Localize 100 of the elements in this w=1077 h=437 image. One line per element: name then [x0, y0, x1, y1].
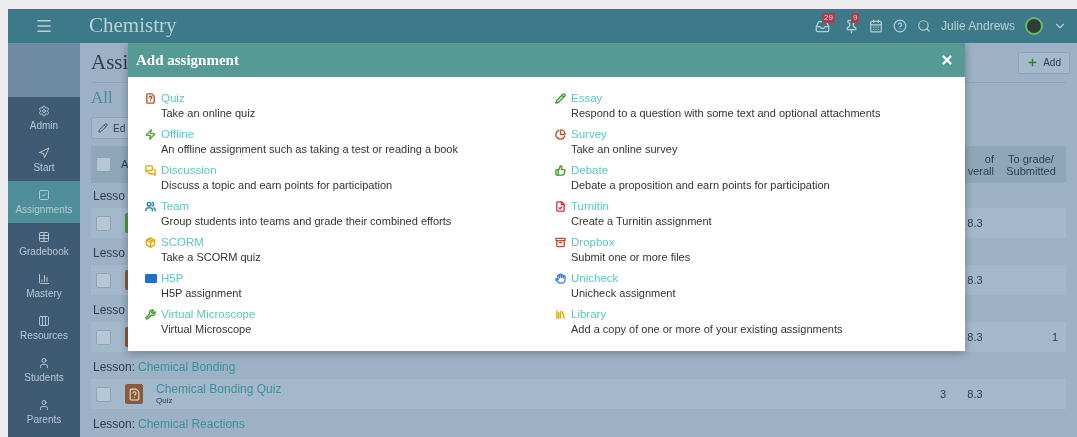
checkbox-icon — [38, 189, 50, 201]
filter-link[interactable]: All — [91, 85, 113, 111]
sidebar-item[interactable]: Parents — [8, 391, 80, 433]
assignment-type-link[interactable]: H5P — [161, 271, 242, 285]
lesson-label: Lesson: — [93, 415, 136, 433]
checkbox[interactable] — [96, 157, 111, 172]
assignment-type-link[interactable]: Essay — [571, 91, 881, 105]
assignment-type-description: Take a SCORM quiz — [161, 250, 261, 265]
close-icon[interactable] — [940, 53, 954, 67]
assignment-type-link[interactable]: Dropbox — [571, 235, 691, 249]
lesson-label: Lesso — [93, 244, 126, 262]
assignment-type-link[interactable]: SCORM — [161, 235, 261, 249]
assignment-type-description: Discuss a topic and earn points for participation — [161, 178, 393, 193]
plus-icon — [1027, 57, 1039, 68]
lesson-link[interactable]: Chemical Bonding — [138, 357, 236, 376]
package-icon — [145, 237, 156, 248]
sidebar-item[interactable]: Assignments — [8, 181, 80, 223]
assignment-type-description: H5P assignment — [161, 286, 242, 301]
user-name[interactable]: Julie Andrews — [940, 17, 1015, 35]
file-check-icon — [555, 201, 566, 212]
points-cell-text: 3 — [939, 386, 946, 402]
assignment-type-link[interactable]: Turnitin — [571, 199, 712, 213]
assignment-type-description: Debate a proposition and earn points for participation — [571, 178, 830, 193]
sidebar-item[interactable]: Mastery — [8, 265, 80, 307]
table-row[interactable]: Chemical Bonding Quiz Quiz 3 8.3 — [91, 379, 1066, 409]
score-cell-text: 8.3 — [967, 215, 983, 231]
person-icon — [38, 399, 50, 411]
lightning-icon — [145, 129, 156, 140]
dialog-title: Add assignment — [136, 50, 239, 70]
thumbs-up-icon — [555, 165, 566, 176]
score-cell-text: 8.3 — [967, 329, 983, 345]
menu-icon[interactable] — [35, 17, 53, 35]
pie-chart-icon — [555, 129, 566, 140]
chat-bubbles-icon — [145, 165, 156, 176]
pencil-icon — [98, 123, 108, 133]
page-title: Assi — [91, 48, 129, 76]
sidebar-item[interactable]: Start — [8, 139, 80, 181]
photo-placeholder — [8, 43, 80, 97]
count-badge: 29 — [821, 12, 835, 23]
assignment-type-description: Submit one or more files — [571, 250, 691, 265]
columns-icon — [38, 315, 50, 327]
assignment-type-link[interactable]: Discussion — [161, 163, 393, 177]
assignment-type: Quiz — [156, 396, 174, 406]
assignment-type-description: Create a Turnitin assignment — [571, 214, 712, 229]
wrench-icon — [145, 309, 156, 320]
assignment-type-description: Add a copy of one or more of your existing assignments — [571, 322, 843, 337]
assignment-type-description: Group students into teams and grade their combined efforts — [161, 214, 452, 229]
assignment-type-description: Virtual Microscope — [161, 322, 253, 337]
assignment-type-link[interactable]: Survey — [571, 127, 678, 141]
assignment-type-link[interactable]: Quiz — [161, 91, 256, 105]
column-header: of verall — [966, 152, 995, 177]
inbox-icon[interactable] — [814, 18, 830, 34]
lesson-label: Lesson: — [93, 358, 136, 376]
library-icon — [555, 309, 566, 320]
gear-icon — [38, 105, 50, 117]
assignment-type-link[interactable]: Debate — [571, 163, 830, 177]
h5p-icon — [145, 274, 157, 283]
assignment-link[interactable]: Chemical Bonding Quiz — [156, 382, 282, 396]
bar-chart-icon — [38, 273, 50, 285]
lesson-label: Lesso — [93, 187, 126, 205]
hand-icon — [555, 273, 566, 284]
lesson-link[interactable]: Chemical Reactions — [138, 414, 245, 433]
assignment-type-description: Take an online quiz — [161, 106, 256, 121]
sidebar-item[interactable]: Admin — [8, 97, 80, 139]
assignment-type-link[interactable]: Library — [571, 307, 843, 321]
assignment-type-link[interactable]: Virtual Microscope — [161, 307, 256, 321]
calendar-icon[interactable] — [868, 19, 883, 33]
pencil-icon — [555, 93, 566, 104]
assignment-type-description: An offline assignment such as taking a test or reading a book — [161, 142, 458, 157]
question-file-icon — [145, 93, 156, 104]
assignment-type-description: Respond to a question with some text and optional attachments — [571, 106, 881, 121]
checkbox[interactable] — [96, 272, 111, 288]
table-icon — [38, 231, 50, 243]
help-icon[interactable] — [892, 19, 907, 33]
sidebar-item[interactable]: Gradebook — [8, 223, 80, 265]
archive-icon — [555, 237, 566, 248]
sidebar-item[interactable]: Resources — [8, 307, 80, 349]
assignment-type-link[interactable]: Offline — [161, 127, 458, 141]
pin-icon[interactable] — [843, 18, 859, 34]
column-header: A — [121, 157, 129, 173]
assignment-type-description: Take an online survey — [571, 142, 678, 157]
people-icon — [145, 201, 156, 212]
score-cell-text: 8.3 — [967, 272, 983, 288]
edit-button[interactable]: Ed — [91, 117, 131, 139]
add-button[interactable]: Add — [1018, 51, 1070, 74]
count-badge: 9 — [850, 12, 860, 23]
assignment-type-link[interactable]: Unicheck — [571, 271, 676, 285]
checkbox[interactable] — [96, 386, 111, 402]
submitted-cell-text: 1 — [1051, 329, 1058, 345]
assignment-type-link[interactable]: Team — [161, 199, 452, 213]
person-icon — [38, 357, 50, 369]
checkbox[interactable] — [96, 215, 111, 231]
course-title: Chemistry — [89, 12, 177, 40]
assignment-type-description: Unicheck assignment — [571, 286, 676, 301]
sidebar-item[interactable]: Students — [8, 349, 80, 391]
search-icon[interactable] — [916, 19, 931, 33]
column-header: To grade/ Submitted — [1005, 152, 1057, 177]
avatar[interactable] — [1025, 17, 1043, 35]
navigation-arrow-icon — [38, 147, 50, 159]
checkbox[interactable] — [96, 329, 111, 345]
